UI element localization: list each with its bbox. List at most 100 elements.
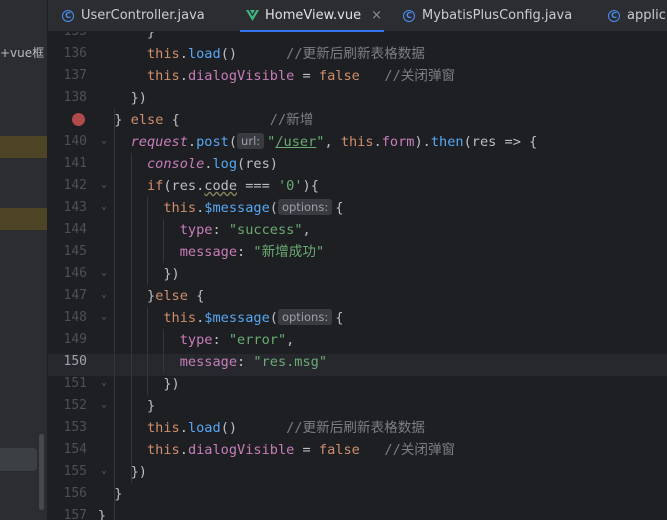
tab-label: MybatisPlusConfig.java [422,8,573,23]
code-line[interactable]: 155 ⌄}) [48,461,667,483]
code-line[interactable]: 156} [48,483,667,505]
fold-icon[interactable]: ⌄ [101,400,111,410]
line-number[interactable]: 138 [48,87,87,109]
code-text[interactable]: }else { [147,285,204,307]
code-line[interactable]: 147 ⌄ }else { [48,285,667,307]
breakpoint-icon[interactable] [72,113,85,126]
code-line[interactable]: 148 ⌄ this.$message(options:{ [48,307,667,329]
line-number[interactable]: 150 [48,351,87,373]
line-number[interactable]: 148 [48,307,87,329]
fold-icon[interactable]: ⌄ [101,290,111,300]
fold-icon[interactable]: ⌄ [101,180,111,190]
line-number[interactable]: 152 [48,395,87,417]
code-token: : [237,354,254,370]
code-line[interactable]: 142 ⌄ if(res.code === '0'){ [48,175,667,197]
tab-mybatis-plus-config[interactable]: C MybatisPlusConfig.java [403,0,572,31]
line-number[interactable]: 137 [48,65,87,87]
code-token: = [294,68,319,84]
tab-application[interactable]: C applic [608,0,666,31]
code-text[interactable]: }) [131,461,147,483]
code-editor[interactable]: 135}136this.load() //更新后刷新表格数据137this.di… [48,32,667,520]
fold-icon[interactable]: ⌄ [101,466,111,476]
code-text[interactable]: this.dialogVisible = false //关闭弹窗 [147,65,455,87]
code-text[interactable]: this.$message(options:{ [163,307,343,329]
line-number[interactable]: 146 [48,263,87,285]
code-line[interactable]: 150 message: "res.msg" [48,351,667,373]
code-text[interactable]: request.post(url: "/user", this.form).the… [131,131,537,153]
line-number[interactable]: 145 [48,241,87,263]
code-text[interactable]: message: "新增成功" [180,241,324,263]
line-number[interactable]: 151 [48,373,87,395]
project-row-highlight[interactable] [0,136,48,158]
line-number[interactable]: 147 [48,285,87,307]
code-text[interactable]: console.log(res) [147,153,278,175]
code-token: form [381,134,415,150]
code-line[interactable]: 149 type: "error", [48,329,667,351]
line-number[interactable]: 154 [48,439,87,461]
line-number[interactable]: 140 [48,131,87,153]
code-token: . [373,134,382,150]
fold-icon[interactable]: ⌄ [101,136,111,146]
code-text[interactable]: type: "success", [180,219,311,241]
fold-icon[interactable]: ⌄ [101,312,111,322]
code-line[interactable]: 152 ⌄} [48,395,667,417]
line-number[interactable]: 135 [48,32,87,43]
code-line[interactable]: 151 ⌄}) [48,373,667,395]
code-line[interactable]: 136 this.load() //更新后刷新表格数据 [48,43,667,65]
fold-icon[interactable]: ⌄ [101,202,111,212]
line-number[interactable]: 136 [48,43,87,65]
code-text[interactable]: message: "res.msg" [180,351,327,373]
code-text[interactable]: }) [131,87,147,109]
code-line[interactable]: 141 console.log(res) [48,153,667,175]
line-number[interactable]: 141 [48,153,87,175]
code-text[interactable]: } [147,32,155,43]
code-line[interactable]: 135} [48,32,667,43]
code-line[interactable]: 146 ⌄}) [48,263,667,285]
code-text[interactable]: } else { //新增 [114,109,313,131]
code-text[interactable]: }) [163,263,179,285]
code-text[interactable]: this.dialogVisible = false //关闭弹窗 [147,439,455,461]
fold-icon[interactable]: ⌄ [101,378,111,388]
code-token: , [286,332,295,348]
code-line[interactable]: 140 ⌄ request.post(url: "/user", this.form)… [48,131,667,153]
code-text[interactable]: this.load() //更新后刷新表格数据 [147,43,425,65]
code-text[interactable]: } [98,505,106,520]
project-panel-scrollbar[interactable] [39,434,44,510]
code-text[interactable]: } [147,395,155,417]
code-line[interactable]: 145 message: "新增成功" [48,241,667,263]
line-number[interactable]: 157 [48,505,87,520]
vue-icon [246,9,259,21]
project-row-highlight[interactable] [0,208,48,230]
code-token: { [335,310,344,326]
code-token: type [179,222,213,238]
tab-home-view[interactable]: HomeView.vue × [239,0,385,32]
fold-icon[interactable]: ⌄ [101,268,111,278]
code-text[interactable]: }) [163,373,179,395]
line-number[interactable]: 155 [48,461,87,483]
line-number[interactable]: 142 [48,175,87,197]
line-number[interactable]: 153 [48,417,87,439]
code-text[interactable]: this.load() //更新后刷新表格数据 [147,417,425,439]
code-text[interactable]: if(res.code === '0'){ [147,175,319,197]
code-line[interactable]: 153 this.load() //更新后刷新表格数据 [48,417,667,439]
line-number[interactable]: 144 [48,219,87,241]
code-text[interactable]: this.$message(options:{ [163,197,343,219]
code-line[interactable]: 144 type: "success", [48,219,667,241]
code-line[interactable]: 138}) [48,87,667,109]
close-icon[interactable]: × [371,8,382,23]
code-line[interactable]: 143 ⌄ this.$message(options:{ [48,197,667,219]
code-text[interactable]: type: "error", [180,329,295,351]
project-row-selected[interactable] [0,448,37,471]
code-line[interactable]: 137 this.dialogVisible = false //关闭弹窗 [48,65,667,87]
line-number[interactable]: 143 [48,197,87,219]
project-item-fragment[interactable]: +vue框 [0,44,44,61]
code-line[interactable]: 139} else { //新增 [48,109,667,131]
code-line[interactable]: 154 this.dialogVisible = false //关闭弹窗 [48,439,667,461]
tab-user-controller[interactable]: C UserController.java [62,0,205,31]
line-number[interactable]: 149 [48,329,87,351]
code-text[interactable]: } [114,483,122,505]
code-line[interactable]: 157} [48,505,667,520]
line-number[interactable]: 156 [48,483,87,505]
